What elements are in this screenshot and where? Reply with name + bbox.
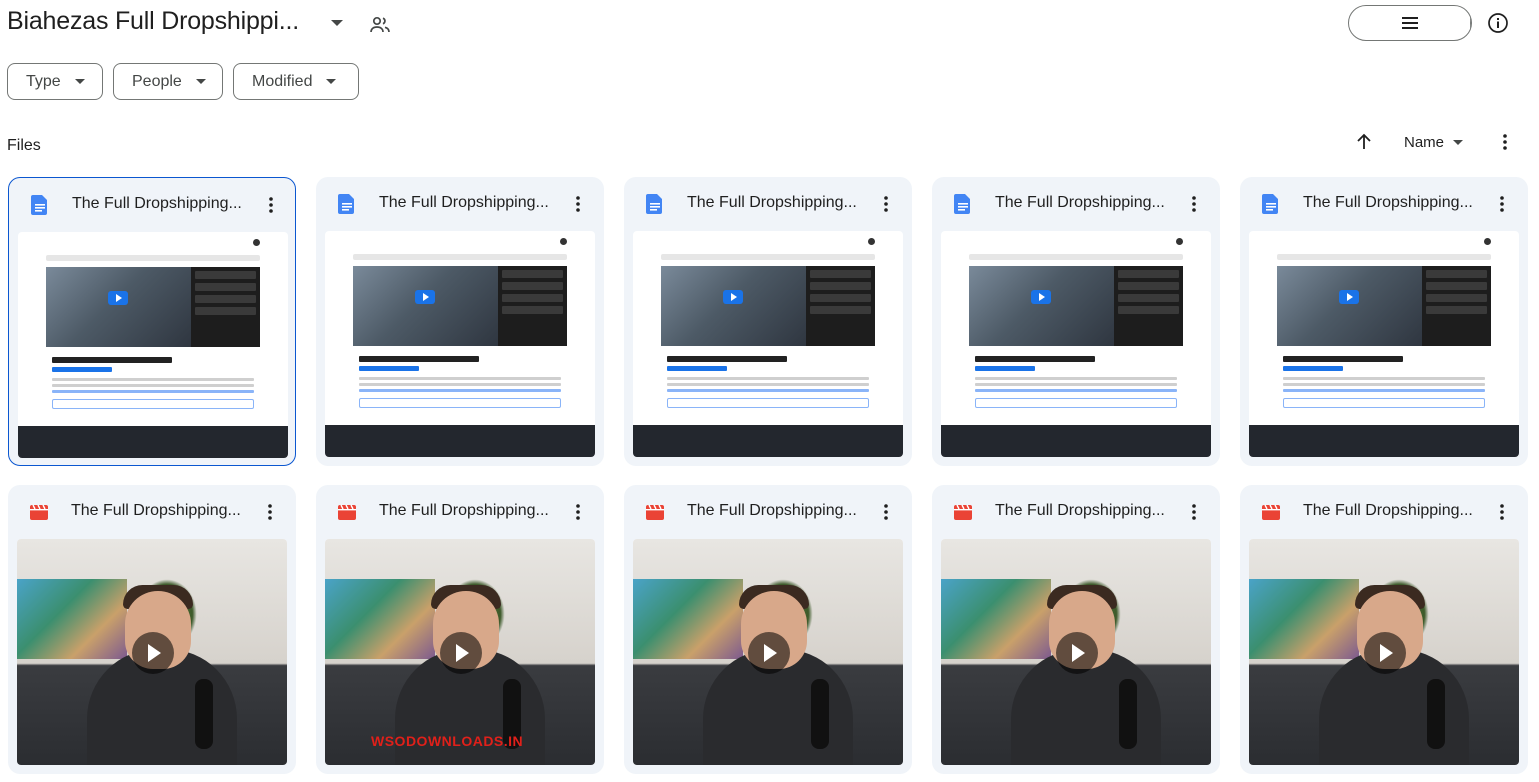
- file-name: The Full Dropshipping...: [1303, 194, 1473, 211]
- file-card-header: The Full Dropshipping...: [9, 178, 297, 232]
- video-preview: [941, 539, 1211, 765]
- more-vert-icon[interactable]: [1494, 131, 1516, 153]
- document-preview: [18, 232, 288, 458]
- play-icon: [1031, 290, 1051, 304]
- sort-by-button[interactable]: Name: [1404, 134, 1464, 151]
- more-vert-icon[interactable]: [1184, 193, 1204, 215]
- more-vert-icon[interactable]: [876, 193, 896, 215]
- video-preview: [17, 539, 287, 765]
- play-icon[interactable]: [440, 632, 482, 674]
- info-icon[interactable]: [1487, 12, 1509, 34]
- file-name: The Full Dropshipping...: [1303, 502, 1473, 519]
- view-toggle: [1348, 5, 1472, 41]
- filter-modified-label: Modified: [252, 72, 313, 90]
- file-name: The Full Dropshipping...: [379, 194, 549, 211]
- file-card-header: The Full Dropshipping...: [316, 177, 604, 231]
- video-preview: WSODOWNLOADS.IN: [325, 539, 595, 765]
- chevron-down-icon: [74, 79, 85, 84]
- play-icon[interactable]: [1364, 632, 1406, 674]
- google-docs-icon: [338, 194, 354, 214]
- folder-title[interactable]: Biahezas Full Dropshippi...: [7, 7, 299, 36]
- more-vert-icon[interactable]: [1492, 193, 1512, 215]
- filter-modified-chip[interactable]: Modified: [233, 63, 359, 100]
- play-icon: [415, 290, 435, 304]
- file-card[interactable]: The Full Dropshipping... WSODOWNLOADS.IN: [316, 485, 604, 774]
- file-card[interactable]: The Full Dropshipping...: [316, 177, 604, 466]
- google-docs-icon: [1262, 194, 1278, 214]
- file-card[interactable]: The Full Dropshipping...: [932, 177, 1220, 466]
- more-vert-icon[interactable]: [568, 193, 588, 215]
- more-vert-icon[interactable]: [568, 501, 588, 523]
- files-section-title: Files: [7, 137, 41, 154]
- file-card-header: The Full Dropshipping...: [316, 485, 604, 539]
- google-docs-icon: [31, 195, 47, 215]
- file-card[interactable]: The Full Dropshipping...: [624, 485, 912, 774]
- document-preview: [325, 231, 595, 457]
- play-icon: [108, 291, 128, 305]
- document-preview: [1249, 231, 1519, 457]
- chevron-down-icon: [1453, 140, 1464, 145]
- video-file-icon: [30, 504, 48, 520]
- document-preview: [633, 231, 903, 457]
- people-icon[interactable]: [368, 13, 392, 37]
- google-docs-icon: [646, 194, 662, 214]
- chevron-down-icon: [326, 79, 337, 84]
- google-docs-icon: [954, 194, 970, 214]
- video-file-icon: [646, 504, 664, 520]
- file-card-header: The Full Dropshipping...: [1240, 177, 1528, 231]
- list-icon: [1401, 17, 1418, 29]
- file-name: The Full Dropshipping...: [687, 502, 857, 519]
- file-card[interactable]: The Full Dropshipping...: [8, 485, 296, 774]
- play-icon[interactable]: [748, 632, 790, 674]
- filter-type-chip[interactable]: Type: [7, 63, 103, 100]
- file-name: The Full Dropshipping...: [995, 194, 1165, 211]
- file-card[interactable]: The Full Dropshipping...: [624, 177, 912, 466]
- play-icon[interactable]: [1056, 632, 1098, 674]
- file-name: The Full Dropshipping...: [72, 195, 242, 212]
- filter-chips: Type People Modified: [7, 63, 359, 100]
- more-vert-icon[interactable]: [1184, 501, 1204, 523]
- file-card[interactable]: The Full Dropshipping...: [8, 177, 296, 466]
- video-preview: [633, 539, 903, 765]
- list-view-button[interactable]: [1349, 6, 1471, 40]
- video-preview: [1249, 539, 1519, 765]
- video-file-icon: [1262, 504, 1280, 520]
- video-file-icon: [954, 504, 972, 520]
- document-preview: [941, 231, 1211, 457]
- video-file-icon: [338, 504, 356, 520]
- more-vert-icon[interactable]: [260, 501, 280, 523]
- file-card-header: The Full Dropshipping...: [624, 177, 912, 231]
- file-card-header: The Full Dropshipping...: [1240, 485, 1528, 539]
- file-name: The Full Dropshipping...: [379, 502, 549, 519]
- folder-header: Biahezas Full Dropshippi...: [0, 0, 1539, 50]
- file-card-header: The Full Dropshipping...: [624, 485, 912, 539]
- file-card[interactable]: The Full Dropshipping...: [1240, 177, 1528, 466]
- file-grid: The Full Dropshipping... The Full Dropshi…: [8, 177, 1532, 774]
- file-card-header: The Full Dropshipping...: [8, 485, 296, 539]
- more-vert-icon[interactable]: [876, 501, 896, 523]
- file-card[interactable]: The Full Dropshipping...: [1240, 485, 1528, 774]
- file-card-header: The Full Dropshipping...: [932, 485, 1220, 539]
- file-name: The Full Dropshipping...: [687, 194, 857, 211]
- filter-people-label: People: [132, 72, 182, 90]
- play-icon[interactable]: [132, 632, 174, 674]
- watermark-text: WSODOWNLOADS.IN: [371, 733, 524, 749]
- more-vert-icon[interactable]: [1492, 501, 1512, 523]
- play-icon: [723, 290, 743, 304]
- play-icon: [1339, 290, 1359, 304]
- sort-by-label: Name: [1404, 134, 1445, 151]
- filter-type-label: Type: [26, 72, 61, 90]
- more-vert-icon[interactable]: [261, 194, 281, 216]
- file-name: The Full Dropshipping...: [995, 502, 1165, 519]
- arrow-up-icon[interactable]: [1353, 131, 1375, 153]
- filter-people-chip[interactable]: People: [113, 63, 223, 100]
- file-name: The Full Dropshipping...: [71, 502, 241, 519]
- folder-menu-caret-icon[interactable]: [331, 20, 343, 26]
- chevron-down-icon: [195, 79, 206, 84]
- file-card[interactable]: The Full Dropshipping...: [932, 485, 1220, 774]
- file-card-header: The Full Dropshipping...: [932, 177, 1220, 231]
